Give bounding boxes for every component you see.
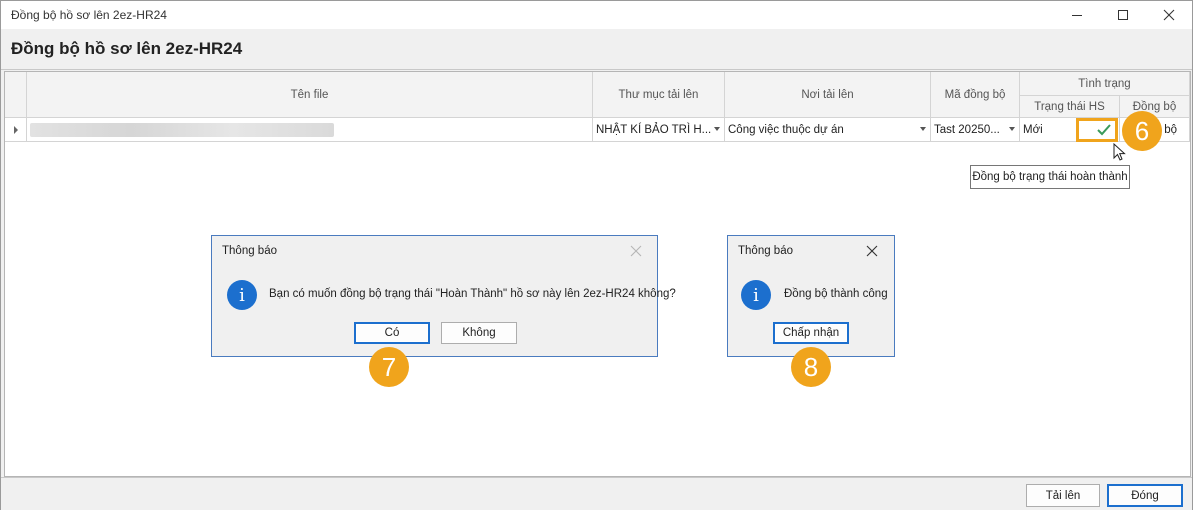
step-badge-8: 8 (791, 347, 831, 387)
close-icon[interactable] (864, 243, 880, 259)
step-badge-7: 7 (369, 347, 409, 387)
close-window-button[interactable] (1146, 1, 1192, 29)
col-header-trang-thai-hs[interactable]: Trạng thái HS (1020, 96, 1120, 118)
blurred-filename (30, 122, 334, 137)
cell-ma-dong-bo-select[interactable]: Tast 20250... (931, 118, 1020, 142)
page-title: Đồng bộ hồ sơ lên 2ez-HR24 (11, 39, 243, 58)
info-icon: i (227, 280, 257, 310)
col-header-label: Mã đồng bộ (944, 88, 1006, 101)
upload-button[interactable]: Tải lên (1026, 484, 1100, 507)
col-header-ten-file[interactable]: Tên file (27, 72, 593, 118)
sync-status-button[interactable] (1076, 118, 1118, 142)
app-window: Đồng bộ hồ sơ lên 2ez-HR24 Đồng bộ hồ sơ… (0, 0, 1193, 510)
chevron-down-icon[interactable] (920, 127, 926, 131)
success-dialog: Thông báo i Đồng bộ thành công Chấp nhận (727, 235, 895, 357)
close-button[interactable]: Đóng (1107, 484, 1183, 507)
row-indicator-header (5, 72, 27, 118)
close-icon (1163, 9, 1175, 21)
mouse-cursor-icon (1113, 143, 1126, 161)
badge-number: 6 (1134, 115, 1150, 146)
col-header-tinh-trang: Tình trạng (1020, 72, 1190, 96)
cell-noi-tai-len-select[interactable]: Công việc thuộc dự án (725, 118, 931, 142)
checkmark-icon (1097, 124, 1111, 136)
cell-dong-bo-text: bộ (1164, 123, 1177, 136)
info-icon: i (741, 280, 771, 310)
col-header-ma-dong-bo[interactable]: Mã đồng bộ (931, 72, 1020, 118)
info-glyph: i (239, 284, 245, 306)
yes-button[interactable]: Có (354, 322, 430, 344)
row-pointer-icon (13, 125, 18, 134)
upload-button-label: Tải lên (1045, 489, 1081, 502)
close-button-label: Đóng (1131, 489, 1159, 502)
yes-button-label: Có (384, 327, 400, 339)
dialog-title: Thông báo (222, 245, 277, 257)
minimize-icon (1072, 15, 1082, 16)
cell-ten-file[interactable] (27, 118, 593, 142)
col-header-label: Tên file (290, 88, 329, 101)
ok-button-label: Chấp nhận (782, 327, 840, 339)
col-header-thu-muc[interactable]: Thư mục tải lên (593, 72, 725, 118)
window-title: Đồng bộ hồ sơ lên 2ez-HR24 (11, 8, 167, 22)
chevron-down-icon[interactable] (714, 127, 720, 131)
chevron-down-icon[interactable] (1009, 127, 1015, 131)
cell-thu-muc-select[interactable]: NHẬT KÍ BẢO TRÌ H... (593, 118, 725, 142)
dialog-message: Đồng bộ thành công (784, 288, 888, 300)
badge-number: 8 (803, 351, 819, 382)
footer-bar: Tải lên Đóng (1, 477, 1192, 510)
col-header-label: Thư mục tải lên (618, 88, 699, 101)
tooltip: Đồng bộ trạng thái hoàn thành (970, 165, 1130, 189)
cell-thu-muc-value: NHẬT KÍ BẢO TRÌ H... (596, 123, 712, 136)
dialog-title: Thông báo (738, 245, 793, 257)
col-header-label: Trạng thái HS (1034, 100, 1105, 113)
confirm-dialog: Thông báo i Bạn có muốn đồng bộ trạng th… (211, 235, 676, 357)
maximize-icon (1118, 10, 1128, 20)
cell-trang-thai-value: Mới (1023, 123, 1043, 136)
tooltip-text: Đồng bộ trạng thái hoàn thành (972, 171, 1128, 183)
title-bar: Đồng bộ hồ sơ lên 2ez-HR24 (1, 1, 1192, 29)
no-button[interactable]: Không (441, 322, 517, 344)
col-header-label: Nơi tải lên (801, 88, 854, 101)
dialog-message: Bạn có muốn đồng bộ trạng thái "Hoàn Thà… (269, 288, 676, 300)
col-header-label: Tình trạng (1078, 77, 1131, 90)
page-header: Đồng bộ hồ sơ lên 2ez-HR24 (1, 29, 1192, 70)
row-indicator[interactable] (5, 118, 27, 142)
maximize-button[interactable] (1100, 1, 1146, 29)
ok-button[interactable]: Chấp nhận (773, 322, 849, 344)
minimize-button[interactable] (1054, 1, 1100, 29)
close-icon[interactable] (628, 243, 644, 259)
col-header-noi-tai-len[interactable]: Nơi tải lên (725, 72, 931, 118)
info-glyph: i (753, 284, 759, 306)
step-badge-6: 6 (1122, 111, 1162, 151)
cell-ma-dong-bo-value: Tast 20250... (934, 123, 1000, 136)
badge-number: 7 (381, 351, 397, 382)
no-button-label: Không (462, 327, 496, 339)
cell-noi-tai-len-value: Công việc thuộc dự án (728, 123, 844, 136)
